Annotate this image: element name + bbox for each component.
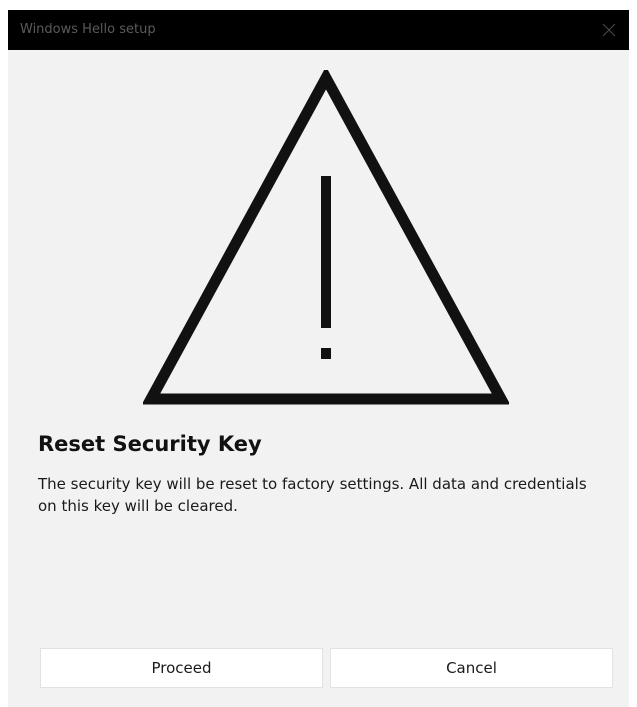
dialog-description: The security key will be reset to factor… (38, 475, 587, 515)
warning-triangle-icon (143, 70, 509, 405)
windows-hello-dialog: Windows Hello setup Reset Security Key T… (8, 10, 629, 707)
proceed-button[interactable]: Proceed (40, 648, 323, 688)
screen: Windows Hello setup Reset Security Key T… (0, 0, 637, 707)
cancel-button[interactable]: Cancel (330, 648, 613, 688)
window-title: Windows Hello setup (20, 22, 156, 37)
close-icon (602, 23, 616, 37)
title-bar: Windows Hello setup (8, 10, 629, 50)
close-button[interactable] (589, 10, 629, 50)
dialog-heading: Reset Security Key (38, 432, 262, 456)
